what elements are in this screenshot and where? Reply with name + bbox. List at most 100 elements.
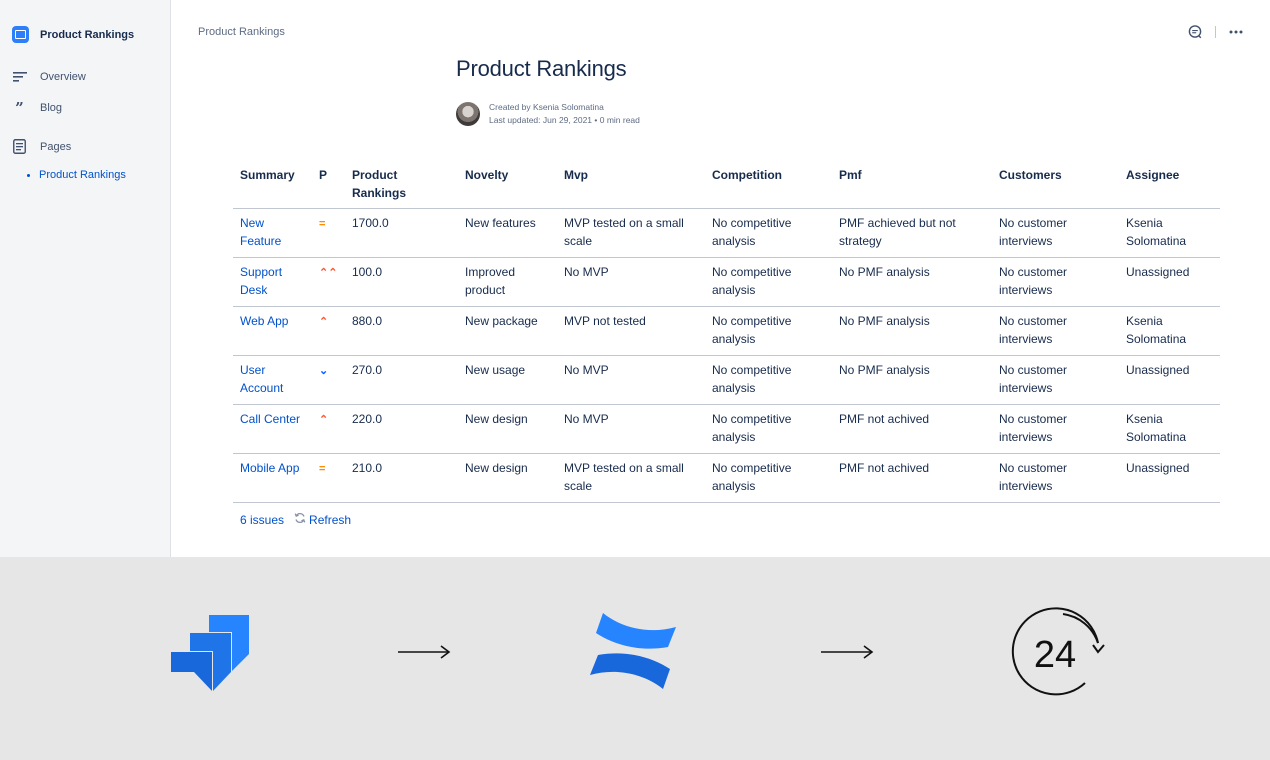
pmf-cell: No PMF analysis xyxy=(832,306,992,356)
pmf-cell: No PMF analysis xyxy=(832,257,992,307)
column-header-novelty[interactable]: Novelty xyxy=(458,161,557,209)
more-options-icon[interactable] xyxy=(1228,24,1244,40)
comment-icon[interactable] xyxy=(1187,24,1203,40)
sidebar-item-overview[interactable]: Overview xyxy=(12,69,86,84)
column-header-competition[interactable]: Competition xyxy=(705,161,832,209)
table-row: Web App ⌃ 880.0 New package MVP not tested No… xyxy=(233,306,1220,356)
toolbar-divider xyxy=(1215,26,1216,38)
breadcrumb[interactable]: Product Rankings xyxy=(198,26,285,38)
novelty-cell: New package xyxy=(458,306,557,356)
novelty-cell: Improved product xyxy=(458,257,557,307)
column-header-customers[interactable]: Customers xyxy=(992,161,1119,209)
bullet-icon xyxy=(27,173,30,177)
priority-medium-icon: = xyxy=(319,218,326,230)
priority-medium-icon: = xyxy=(319,463,326,475)
priority-cell: = xyxy=(312,453,345,503)
issue-summary-link[interactable]: New Feature xyxy=(233,208,312,258)
competition-cell: No competitive analysis xyxy=(705,404,832,454)
column-header-mvp[interactable]: Mvp xyxy=(557,161,705,209)
arrow-right-icon xyxy=(398,645,451,659)
customers-cell: No customer interviews xyxy=(992,306,1119,356)
sidebar-subitem-product-rankings[interactable]: Product Rankings xyxy=(27,169,126,181)
ranking-cell: 100.0 xyxy=(345,257,458,307)
mvp-cell: No MVP xyxy=(557,355,705,405)
jira-logo-icon xyxy=(171,615,249,691)
column-header-product-rankings[interactable]: Product Rankings xyxy=(345,161,458,209)
table-row: Call Center ⌃ 220.0 New design No MVP No comp… xyxy=(233,404,1220,454)
novelty-cell: New design xyxy=(458,453,557,503)
confluence-window: Product Rankings Overview ” Blog Pages P… xyxy=(0,0,1270,557)
sidebar-item-label: Overview xyxy=(40,70,86,83)
table-row: Mobile App = 210.0 New design MVP tested on … xyxy=(233,453,1220,503)
table-row: Support Desk ⌃⌃ 100.0 Improved product No MV… xyxy=(233,257,1220,307)
table-header-row: Summary P Product Rankings Novelty Mvp C… xyxy=(233,161,1220,209)
assignee-cell: Unassigned xyxy=(1119,453,1220,503)
competition-cell: No competitive analysis xyxy=(705,453,832,503)
space-header[interactable]: Product Rankings xyxy=(12,26,134,43)
issue-summary-link[interactable]: User Account xyxy=(233,355,312,405)
sidebar: Product Rankings Overview ” Blog Pages P… xyxy=(0,0,171,557)
priority-highest-icon: ⌃⌃ xyxy=(319,267,338,279)
issue-summary-link[interactable]: Support Desk xyxy=(233,257,312,307)
mvp-cell: MVP not tested xyxy=(557,306,705,356)
issues-count-link[interactable]: 6 issues xyxy=(240,513,284,527)
ranking-cell: 1700.0 xyxy=(345,208,458,258)
mvp-cell: No MVP xyxy=(557,404,705,454)
space-logo-icon xyxy=(12,26,29,43)
refresh-label: Refresh xyxy=(309,512,352,527)
novelty-cell: New features xyxy=(458,208,557,258)
integration-flow-banner: 24 xyxy=(0,557,1270,760)
priority-high-icon: ⌃ xyxy=(319,414,329,426)
created-by: Created by Ksenia Solomatina xyxy=(489,102,604,112)
clock-24-icon: 24 xyxy=(1011,607,1105,696)
column-header-assignee[interactable]: Assignee xyxy=(1119,161,1220,209)
page-toolbar xyxy=(1187,24,1244,40)
sidebar-subitem-label: Product Rankings xyxy=(39,169,126,181)
ranking-cell: 210.0 xyxy=(345,453,458,503)
clock-24-label: 24 xyxy=(1034,634,1076,676)
sidebar-item-label: Blog xyxy=(40,101,63,114)
pmf-cell: PMF not achived xyxy=(832,404,992,454)
priority-low-icon: ⌄ xyxy=(319,365,329,377)
sidebar-item-blog[interactable]: ” Blog xyxy=(12,98,63,117)
column-header-priority[interactable]: P xyxy=(312,161,345,209)
assignee-cell: Ksenia Solomatina xyxy=(1119,306,1220,356)
issue-summary-link[interactable]: Call Center xyxy=(233,404,312,454)
jira-issues-table: Summary P Product Rankings Novelty Mvp C… xyxy=(233,161,1220,503)
customers-cell: No customer interviews xyxy=(992,208,1119,258)
sidebar-item-label: Pages xyxy=(40,140,72,153)
priority-cell: ⌃ xyxy=(312,306,345,356)
column-header-summary[interactable]: Summary xyxy=(233,161,312,209)
priority-high-icon: ⌃ xyxy=(319,316,329,328)
byline: Created by Ksenia Solomatina Last update… xyxy=(456,101,640,127)
ranking-cell: 880.0 xyxy=(345,306,458,356)
competition-cell: No competitive analysis xyxy=(705,208,832,258)
issue-summary-link[interactable]: Mobile App xyxy=(233,453,312,503)
customers-cell: No customer interviews xyxy=(992,404,1119,454)
pmf-cell: PMF achieved but not strategy xyxy=(832,208,992,258)
competition-cell: No competitive analysis xyxy=(705,355,832,405)
issue-summary-link[interactable]: Web App xyxy=(233,306,312,356)
table-footer: 6 issues Refresh xyxy=(240,512,351,527)
mvp-cell: No MVP xyxy=(557,257,705,307)
customers-cell: No customer interviews xyxy=(992,453,1119,503)
priority-cell: ⌃⌃ xyxy=(312,257,345,307)
customers-cell: No customer interviews xyxy=(992,355,1119,405)
ranking-cell: 220.0 xyxy=(345,404,458,454)
competition-cell: No competitive analysis xyxy=(705,306,832,356)
ranking-cell: 270.0 xyxy=(345,355,458,405)
mvp-cell: MVP tested on a small scale xyxy=(557,453,705,503)
avatar[interactable] xyxy=(456,102,480,126)
sidebar-item-pages[interactable]: Pages xyxy=(12,139,71,154)
mvp-cell: MVP tested on a small scale xyxy=(557,208,705,258)
novelty-cell: New design xyxy=(458,404,557,454)
last-updated: Last updated: Jun 29, 2021 • 0 min read xyxy=(489,115,640,125)
page-title: Product Rankings xyxy=(456,56,627,81)
refresh-button[interactable]: Refresh xyxy=(294,512,351,527)
pmf-cell: No PMF analysis xyxy=(832,355,992,405)
column-header-pmf[interactable]: Pmf xyxy=(832,161,992,209)
novelty-cell: New usage xyxy=(458,355,557,405)
space-name: Product Rankings xyxy=(40,28,135,41)
pmf-cell: PMF not achived xyxy=(832,453,992,503)
quote-icon: ” xyxy=(15,98,24,117)
